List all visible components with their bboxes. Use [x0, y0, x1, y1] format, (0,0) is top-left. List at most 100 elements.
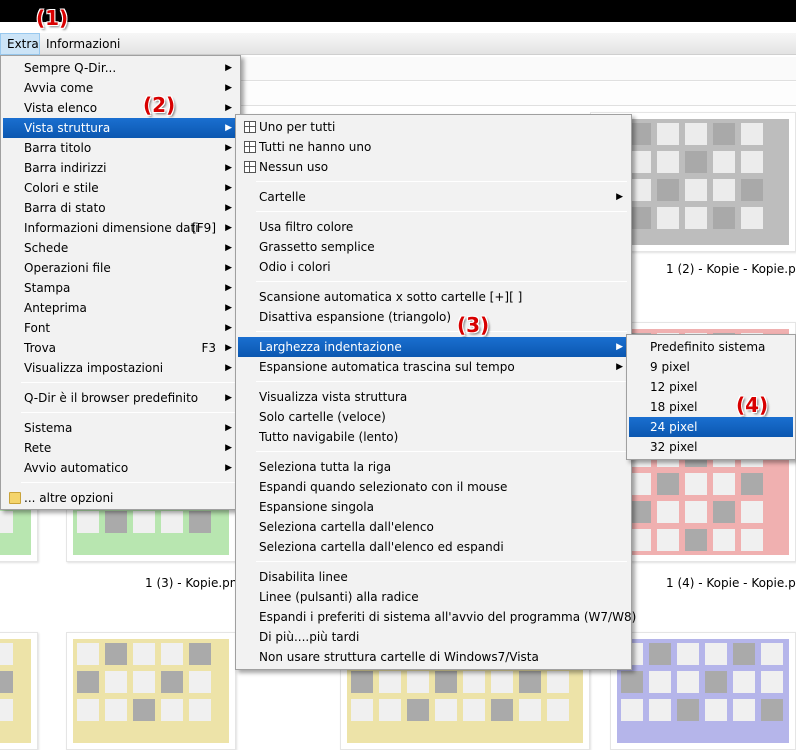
indent-menu-item[interactable]: Predefinito sistema: [629, 337, 793, 357]
tree-menu-item[interactable]: Disabilita linee: [238, 567, 629, 587]
tree-menu-item[interactable]: Tutti ne hanno uno: [238, 137, 629, 157]
tree-menu-item[interactable]: Linee (pulsanti) alla radice: [238, 587, 629, 607]
extra-menu-item[interactable]: Visualizza impostazioni ▶: [3, 358, 238, 378]
indent-menu-item[interactable]: 9 pixel: [629, 357, 793, 377]
extra-menu-item-label: Informazioni dimensione dati: [24, 221, 199, 235]
extra-menu-item-label: Operazioni file: [24, 261, 111, 275]
extra-menu-item[interactable]: Sempre Q-Dir... ▶: [3, 58, 238, 78]
thumbnail-label[interactable]: 1 (2) - Kopie - Kopie.png: [666, 262, 796, 276]
submenu-arrow-icon: ▶: [225, 283, 232, 293]
tree-menu-item[interactable]: Grassetto semplice: [238, 237, 629, 257]
extra-menu-item[interactable]: Schede ▶: [3, 238, 238, 258]
thumbnail-label[interactable]: 1 (4) - Kopie - Kopie.png: [666, 576, 796, 590]
extra-menu-item-label: Barra indirizzi: [24, 161, 107, 175]
tree-menu-item[interactable]: Tutto navigabile (lento): [238, 427, 629, 447]
indent-menu-item-label: 12 pixel: [650, 380, 698, 394]
extra-menu-item-label: Avvio automatico: [24, 461, 129, 475]
tree-menu-item-label: Grassetto semplice: [259, 240, 375, 254]
extra-menu-item[interactable]: Informazioni dimensione dati [F9] ▶: [3, 218, 238, 238]
extra-menu-item-label: Anteprima: [24, 301, 87, 315]
tree-menu-item[interactable]: Scansione automatica x sotto cartelle [+…: [238, 287, 629, 307]
tree-menu-item-label: Non usare struttura cartelle di Windows7…: [259, 650, 539, 664]
submenu-arrow-icon: ▶: [225, 123, 232, 133]
step-badge-4: (4): [736, 393, 769, 417]
submenu-arrow-icon: ▶: [616, 362, 623, 372]
tree-menu-item[interactable]: Visualizza vista struttura: [238, 387, 629, 407]
tree-menu-item[interactable]: Seleziona tutta la riga: [238, 457, 629, 477]
extra-menu-item[interactable]: Avvia come ▶: [3, 78, 238, 98]
tree-menu-item[interactable]: Larghezza indentazione ▶: [238, 337, 629, 357]
extra-menu-item-label: Vista struttura: [24, 121, 111, 135]
menu-separator: [256, 331, 627, 332]
indent-menu-item[interactable]: 12 pixel: [629, 377, 793, 397]
submenu-arrow-icon: ▶: [225, 343, 232, 353]
tree-menu-item-label: Linee (pulsanti) alla radice: [259, 590, 419, 604]
tree-menu-item-label: Scansione automatica x sotto cartelle [+…: [259, 290, 523, 304]
tree-menu-item[interactable]: Cartelle ▶: [238, 187, 629, 207]
menu-separator: [21, 382, 236, 383]
extra-menu-item[interactable]: Anteprima ▶: [3, 298, 238, 318]
menu-separator: [256, 181, 627, 182]
indent-menu-item[interactable]: 32 pixel: [629, 437, 793, 457]
tree-menu-item[interactable]: Uno per tutti: [238, 117, 629, 137]
extra-menu-item-label: Vista elenco: [24, 101, 98, 115]
extra-menu-item[interactable]: Barra di stato ▶: [3, 198, 238, 218]
tree-menu-item[interactable]: Disattiva espansione (triangolo): [238, 307, 629, 327]
extra-menu-item[interactable]: Stampa ▶: [3, 278, 238, 298]
extra-menu-item[interactable]: Operazioni file ▶: [3, 258, 238, 278]
tree-menu-item[interactable]: Espandi quando selezionato con il mouse: [238, 477, 629, 497]
tree-view-icon: [244, 161, 256, 173]
menu-separator: [256, 381, 627, 382]
indent-menu-item[interactable]: 24 pixel: [629, 417, 793, 437]
shortcut-label: [F9]: [192, 221, 216, 235]
thumbnail-image[interactable]: [66, 632, 236, 750]
menu-separator: [21, 412, 236, 413]
submenu-arrow-icon: ▶: [225, 203, 232, 213]
tree-menu-item[interactable]: Espansione automatica trascina sul tempo…: [238, 357, 629, 377]
tree-menu-item[interactable]: Odio i colori: [238, 257, 629, 277]
tree-menu-item[interactable]: Di più....più tardi: [238, 627, 629, 647]
extra-menu-item[interactable]: ... altre opzioni: [3, 488, 238, 508]
extra-menu-item[interactable]: Vista struttura ▶: [3, 118, 238, 138]
extra-menu-item-label: Schede: [24, 241, 69, 255]
extra-menu-item[interactable]: Avvio automatico ▶: [3, 458, 238, 478]
tree-menu-item[interactable]: Espansione singola: [238, 497, 629, 517]
menu-informazioni[interactable]: Informazioni: [40, 33, 126, 55]
tree-menu-item[interactable]: Usa filtro colore: [238, 217, 629, 237]
folder-icon: [9, 492, 21, 504]
submenu-arrow-icon: ▶: [225, 443, 232, 453]
tree-menu-item[interactable]: Nessun uso: [238, 157, 629, 177]
extra-menu-item[interactable]: Font ▶: [3, 318, 238, 338]
tree-menu-item[interactable]: Solo cartelle (veloce): [238, 407, 629, 427]
step-badge-2: (2): [143, 93, 176, 117]
tree-menu-item[interactable]: Seleziona cartella dall'elenco: [238, 517, 629, 537]
extra-menu-item[interactable]: Vista elenco ▶: [3, 98, 238, 118]
extra-menu-item[interactable]: Colori e stile ▶: [3, 178, 238, 198]
tree-menu-item[interactable]: Non usare struttura cartelle di Windows7…: [238, 647, 629, 667]
submenu-arrow-icon: ▶: [225, 83, 232, 93]
tree-menu-item-label: Disabilita linee: [259, 570, 348, 584]
tree-menu-item[interactable]: Seleziona cartella dall'elenco ed espand…: [238, 537, 629, 557]
extra-menu-item[interactable]: Q-Dir è il browser predefinito ▶: [3, 388, 238, 408]
submenu-arrow-icon: ▶: [616, 342, 623, 352]
menu-separator: [256, 281, 627, 282]
extra-menu-item[interactable]: Sistema ▶: [3, 418, 238, 438]
tree-menu-item-label: Seleziona tutta la riga: [259, 460, 392, 474]
submenu-arrow-icon: ▶: [225, 303, 232, 313]
extra-menu-item[interactable]: Barra indirizzi ▶: [3, 158, 238, 178]
thumbnail-image[interactable]: [0, 632, 38, 750]
tree-menu-item-label: Disattiva espansione (triangolo): [259, 310, 452, 324]
menu-extra[interactable]: Extra: [0, 33, 40, 55]
menu-informazioni-label: Informazioni: [46, 37, 121, 51]
extra-menu-item-label: Q-Dir è il browser predefinito: [24, 391, 199, 405]
extra-menu-item[interactable]: Trova F3 ▶: [3, 338, 238, 358]
extra-menu-item-label: Colori e stile: [24, 181, 99, 195]
indent-menu-item-label: 18 pixel: [650, 400, 698, 414]
extra-menu-item-label: Sistema: [24, 421, 73, 435]
extra-menu-item[interactable]: Barra titolo ▶: [3, 138, 238, 158]
thumbnail-label[interactable]: 1 (3) - Kopie.png: [145, 576, 245, 590]
extra-menu-item[interactable]: Rete ▶: [3, 438, 238, 458]
indent-menu-item[interactable]: 18 pixel: [629, 397, 793, 417]
thumbnail-image[interactable]: [610, 632, 796, 750]
tree-menu-item[interactable]: Espandi i preferiti di sistema all'avvio…: [238, 607, 636, 627]
